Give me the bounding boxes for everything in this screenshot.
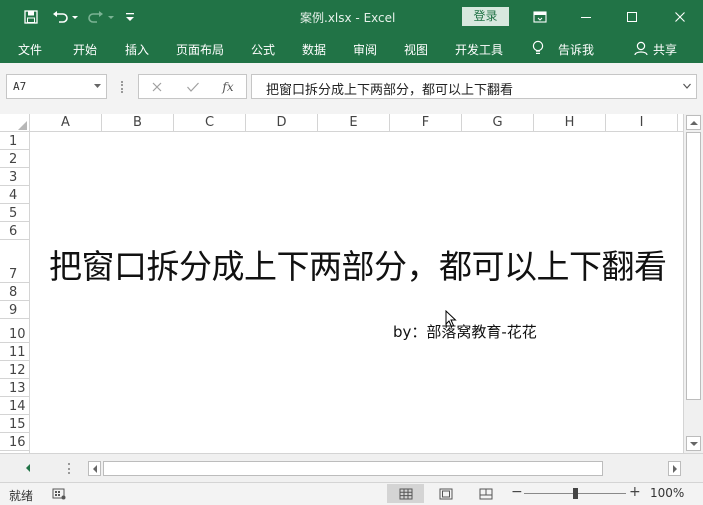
column-header[interactable]: E [318, 114, 390, 132]
name-box[interactable]: A7 [6, 74, 107, 99]
scroll-left-icon[interactable] [88, 461, 101, 476]
row-header[interactable]: 4 [0, 186, 29, 204]
page-layout-view-icon[interactable] [427, 484, 464, 503]
horizontal-scroll-thumb[interactable] [103, 461, 603, 476]
window-title: 案例.xlsx - Excel [300, 11, 396, 25]
expand-formula-bar-icon[interactable] [682, 80, 692, 95]
scroll-right-icon[interactable] [668, 461, 681, 476]
zoom-out-button[interactable]: − [511, 484, 523, 500]
row-header[interactable]: 15 [0, 415, 29, 433]
row-header[interactable]: 2 [0, 150, 29, 168]
tab-insert[interactable]: 插入 [125, 41, 149, 58]
vertical-scroll-thumb[interactable] [686, 132, 701, 400]
redo-icon[interactable] [86, 0, 116, 33]
column-header[interactable]: B [102, 114, 174, 132]
tab-view[interactable]: 视图 [404, 41, 428, 58]
column-header[interactable]: C [174, 114, 246, 132]
close-icon[interactable] [657, 0, 703, 33]
row-header[interactable]: 12 [0, 361, 29, 379]
ribbon-display-options-icon[interactable] [517, 0, 563, 33]
row-header[interactable]: 11 [0, 343, 29, 361]
tab-split-handle[interactable] [68, 463, 70, 474]
tab-review[interactable]: 审阅 [353, 41, 377, 58]
vertical-scrollbar[interactable] [683, 114, 703, 453]
cancel-icon[interactable] [146, 78, 168, 96]
share-button[interactable]: 共享 [653, 41, 677, 58]
row-header[interactable]: 8 [0, 283, 29, 301]
tab-formulas[interactable]: 公式 [251, 41, 275, 58]
tab-page-layout[interactable]: 页面布局 [176, 41, 224, 58]
horizontal-scrollbar[interactable] [88, 461, 681, 476]
macro-record-icon[interactable] [52, 488, 66, 503]
byline-text[interactable]: by：部落窝教育-花花 [393, 321, 537, 342]
row-header[interactable]: 5 [0, 204, 29, 222]
select-all-corner[interactable] [0, 114, 30, 132]
chevron-down-icon[interactable] [93, 79, 102, 96]
enter-icon[interactable] [182, 78, 204, 96]
minimize-icon[interactable] [563, 0, 609, 33]
formula-buttons: fx [138, 74, 247, 99]
customize-toolbar-icon[interactable] [122, 0, 138, 33]
column-header[interactable]: A [30, 114, 102, 132]
zoom-in-button[interactable]: + [629, 484, 641, 500]
login-button[interactable]: 登录 [462, 7, 509, 26]
row-headers: 1 2 3 4 5 6 7 8 9 10 11 12 13 14 15 16 [0, 132, 30, 453]
row-header[interactable]: 1 [0, 132, 29, 150]
row-header[interactable]: 10 [0, 319, 29, 343]
row-header[interactable]: 9 [0, 301, 29, 319]
maximize-icon[interactable] [609, 0, 655, 33]
name-box-value: A7 [13, 80, 27, 93]
user-icon[interactable] [634, 41, 648, 59]
resize-handle[interactable] [121, 81, 123, 93]
column-header[interactable]: D [246, 114, 318, 132]
worksheet-grid[interactable]: 把窗口拆分成上下两部分，都可以上下翻看 by：部落窝教育-花花 [31, 132, 683, 453]
tab-file[interactable]: 文件 [18, 41, 42, 58]
mouse-pointer-icon [445, 309, 457, 331]
zoom-level[interactable]: 100% [650, 486, 684, 500]
row-header[interactable]: 7 [0, 240, 29, 283]
insert-function-icon[interactable]: fx [217, 78, 239, 96]
formula-content: 把窗口拆分成上下两部分，都可以上下翻看 [266, 83, 514, 98]
sheet-tab-bar [0, 453, 703, 482]
tab-home[interactable]: 开始 [73, 41, 97, 58]
formula-bar-area: A7 fx 把窗口拆分成上下两部分，都可以上下翻看 [0, 63, 703, 114]
column-header[interactable]: G [462, 114, 534, 132]
tab-data[interactable]: 数据 [302, 41, 326, 58]
formula-input[interactable]: 把窗口拆分成上下两部分，都可以上下翻看 [251, 74, 697, 99]
lightbulb-icon[interactable] [531, 40, 545, 59]
tab-developer[interactable]: 开发工具 [455, 41, 503, 58]
title-bar: 案例.xlsx - Excel 登录 [0, 0, 703, 33]
cell-a7-text[interactable]: 把窗口拆分成上下两部分，都可以上下翻看 [49, 240, 667, 288]
previous-sheet-icon[interactable] [24, 462, 32, 476]
tell-me-search[interactable]: 告诉我 [558, 41, 594, 58]
undo-icon[interactable] [50, 0, 80, 33]
row-header[interactable]: 16 [0, 433, 29, 451]
row-header[interactable]: 13 [0, 379, 29, 397]
status-ready: 就绪 [9, 489, 34, 503]
scroll-down-icon[interactable] [686, 436, 701, 451]
row-header[interactable]: 14 [0, 397, 29, 415]
row-header[interactable]: 3 [0, 168, 29, 186]
ribbon-tabs: 文件 开始 插入 页面布局 公式 数据 审阅 视图 开发工具 告诉我 共享 [0, 33, 703, 63]
column-header[interactable]: F [390, 114, 462, 132]
normal-view-icon[interactable] [387, 484, 424, 503]
row-header[interactable]: 6 [0, 222, 29, 240]
save-icon[interactable] [20, 0, 42, 33]
column-header[interactable]: H [534, 114, 606, 132]
page-break-view-icon[interactable] [467, 484, 504, 503]
column-header[interactable]: I [606, 114, 678, 132]
scroll-up-icon[interactable] [686, 115, 701, 130]
status-bar: 就绪 − + 100% [0, 482, 703, 505]
zoom-slider-thumb[interactable] [572, 488, 578, 499]
column-headers: A B C D E F G H I [0, 114, 683, 132]
